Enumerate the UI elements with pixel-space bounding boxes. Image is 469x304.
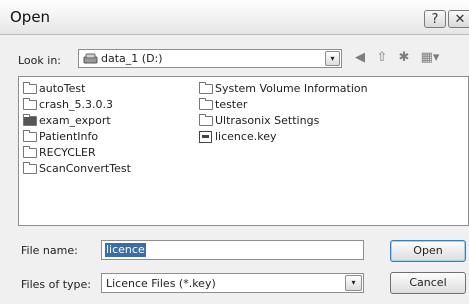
folder-icon xyxy=(199,98,213,110)
folder-icon xyxy=(23,82,37,94)
file-list[interactable]: autoTest crash_5.3.0.3 exam_export Patie… xyxy=(18,76,469,226)
views-menu-icon[interactable]: ▦▾ xyxy=(417,49,443,67)
title-bar: Open ? ✕ xyxy=(0,0,469,35)
chevron-down-icon[interactable]: ▾ xyxy=(325,51,340,66)
open-button[interactable]: Open xyxy=(390,240,466,262)
file-label: System Volume Information xyxy=(215,82,368,95)
folder-icon xyxy=(199,114,213,126)
file-label: ScanConvertTest xyxy=(39,162,131,175)
files-of-type-dropdown[interactable]: Licence Files (*.key) ▾ xyxy=(101,273,364,293)
shared-folder-icon xyxy=(23,114,37,126)
files-of-type-label: Files of type: xyxy=(21,278,92,291)
folder-icon xyxy=(23,130,37,142)
file-label: Ultrasonix Settings xyxy=(215,114,320,127)
file-label: exam_export xyxy=(39,114,111,127)
folder-icon xyxy=(199,82,213,94)
file-label: tester xyxy=(215,98,248,111)
file-label: PatientInfo xyxy=(39,130,99,143)
file-name-label: File name: xyxy=(21,244,78,257)
close-button[interactable]: ✕ xyxy=(448,10,469,28)
look-in-dropdown[interactable]: data_1 (D:) ▾ xyxy=(78,49,342,68)
files-of-type-value: Licence Files (*.key) xyxy=(106,277,216,290)
new-folder-icon[interactable]: ✱ xyxy=(395,49,413,67)
back-icon[interactable]: ◀ xyxy=(351,49,369,67)
folder-icon xyxy=(23,146,37,158)
cancel-button[interactable]: Cancel xyxy=(390,272,466,294)
folder-icon xyxy=(23,162,37,174)
file-name-selection[interactable]: licence xyxy=(105,243,146,257)
file-label: crash_5.3.0.3 xyxy=(39,98,113,111)
file-label: licence.key xyxy=(215,130,277,143)
folder-icon xyxy=(23,98,37,110)
up-folder-icon[interactable]: ⇧ xyxy=(373,49,391,67)
chevron-down-icon[interactable]: ▾ xyxy=(345,275,362,291)
help-button[interactable]: ? xyxy=(424,10,446,28)
key-file-icon xyxy=(199,131,212,143)
look-in-value: data_1 (D:) xyxy=(101,52,163,65)
file-label: RECYCLER xyxy=(39,146,96,159)
look-in-label: Look in: xyxy=(18,54,61,67)
window-title: Open xyxy=(10,8,51,26)
drive-icon xyxy=(83,53,98,64)
file-label: autoTest xyxy=(39,82,86,95)
